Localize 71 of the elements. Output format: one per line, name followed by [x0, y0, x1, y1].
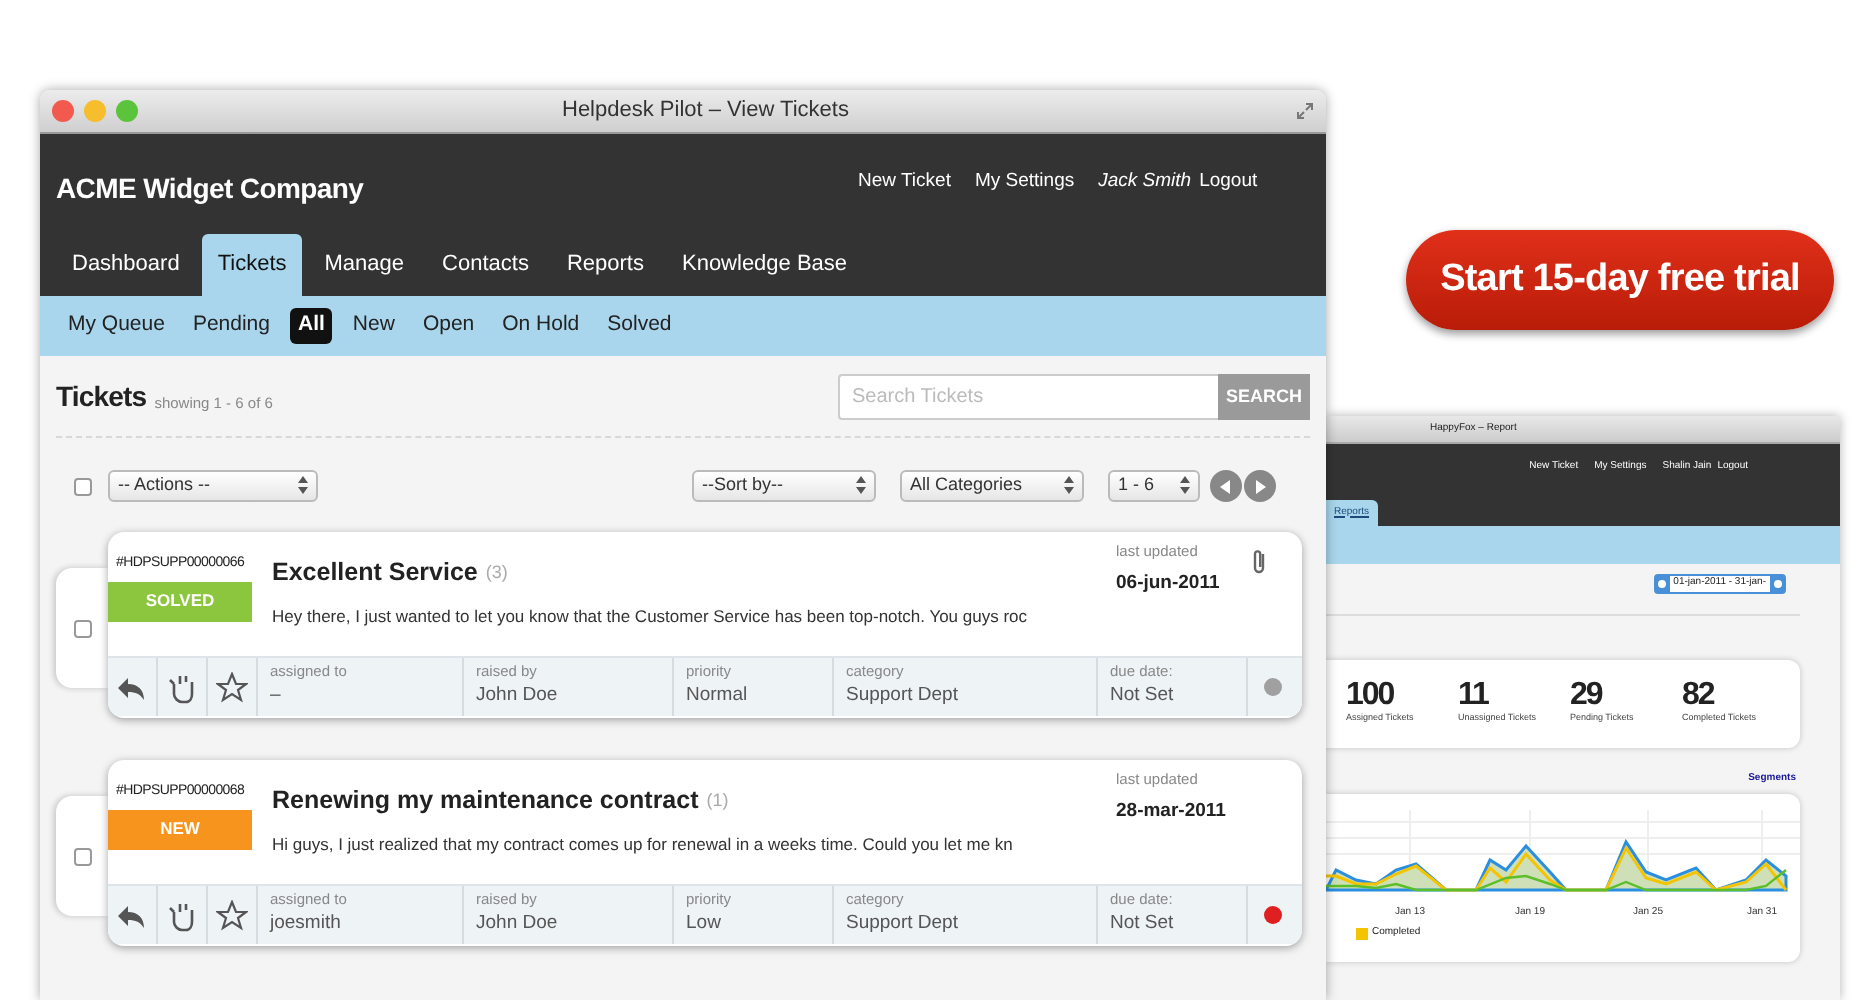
- star-icon: [216, 899, 248, 931]
- page-heading: Tickets: [56, 378, 147, 416]
- field-value: Not Set: [1110, 913, 1176, 934]
- caret-icon: [1180, 476, 1190, 495]
- star-icon: [216, 671, 248, 703]
- filter-tab[interactable]: New: [344, 308, 403, 344]
- header-link[interactable]: Logout: [1199, 168, 1258, 197]
- field-value: John Doe: [476, 685, 560, 706]
- ticket-checkbox[interactable]: [74, 619, 92, 637]
- updated-date: 06-jun-2011: [1116, 569, 1222, 597]
- ticket-card[interactable]: [108, 532, 1302, 718]
- right-arrow-icon: [1254, 479, 1266, 493]
- caret-icon: [1064, 476, 1074, 495]
- stat-value: 29: [1570, 679, 1605, 711]
- sort-dropdown[interactable]: --Sort by--: [692, 470, 876, 502]
- field-value: Support Dept: [846, 685, 960, 706]
- fullscreen-icon[interactable]: [1296, 102, 1314, 120]
- updated-date: 28-mar-2011: [1116, 797, 1228, 825]
- close-icon[interactable]: [52, 100, 74, 122]
- ticket-excerpt: Hey there, I just wanted to let you know that the Customer Service has been top-notch. You guys roc: [272, 603, 1030, 629]
- status-badge: NEW: [108, 809, 252, 849]
- free-trial-button[interactable]: Start 15-day free trial: [1406, 230, 1834, 330]
- stat-value: 82: [1682, 679, 1717, 711]
- ticket-title[interactable]: Excellent Service: [272, 554, 478, 592]
- prev-date-icon[interactable]: [1657, 579, 1666, 588]
- filter-tab[interactable]: Pending: [184, 308, 278, 344]
- caret-icon: [298, 476, 308, 495]
- nav-tab[interactable]: Dashboard: [56, 233, 196, 296]
- ticket-title[interactable]: Renewing my maintenance contract: [272, 782, 699, 820]
- ticket-excerpt: Hi guys, I just realized that my contract comes up for renewal in a weeks time. Could you let me kn: [272, 831, 1015, 857]
- reply-count: (3): [485, 559, 508, 586]
- nav-tab[interactable]: Contacts: [426, 233, 545, 296]
- range-dropdown[interactable]: 1 - 6: [1108, 470, 1200, 502]
- field-value: John Doe: [476, 913, 560, 934]
- nav-tab[interactable]: Reports: [550, 233, 660, 296]
- field-value: Not Set: [1110, 685, 1176, 706]
- field-value: Support Dept: [846, 913, 960, 934]
- field-value: Low: [686, 913, 723, 934]
- field-value: –: [270, 685, 283, 706]
- actions-dropdown[interactable]: -- Actions --: [108, 470, 318, 502]
- user-name: Jack Smith: [1098, 168, 1192, 196]
- next-date-icon[interactable]: [1774, 579, 1782, 588]
- reply-count: (1): [706, 787, 729, 814]
- company-name: ACME Widget Company: [56, 170, 364, 208]
- nav-tab[interactable]: Tickets: [201, 233, 303, 296]
- filter-tab[interactable]: All: [290, 308, 333, 344]
- filter-tab[interactable]: Open: [414, 308, 483, 344]
- filter-tab[interactable]: My Queue: [60, 308, 173, 344]
- left-arrow-icon: [1220, 479, 1232, 493]
- header-link[interactable]: My Settings: [974, 168, 1075, 197]
- select-all-checkbox[interactable]: [74, 477, 92, 495]
- ticket-checkbox[interactable]: [74, 847, 92, 865]
- stat-value: 100: [1346, 679, 1396, 711]
- field-value: joesmith: [270, 913, 343, 934]
- status-badge: SOLVED: [108, 581, 252, 621]
- filter-tab[interactable]: On Hold: [494, 308, 588, 344]
- next-page-button[interactable]: [1244, 470, 1276, 502]
- filter-tab[interactable]: Solved: [599, 308, 680, 344]
- ticket-card[interactable]: [108, 760, 1302, 946]
- caret-icon: [856, 476, 866, 495]
- nav-tab[interactable]: Knowledge Base: [665, 233, 864, 296]
- field-value: Normal: [686, 685, 750, 706]
- maximize-icon[interactable]: [116, 100, 138, 122]
- nav-tab[interactable]: Manage: [308, 233, 421, 296]
- stat-value: 11: [1458, 679, 1491, 711]
- window-title: Helpdesk Pilot – View Tickets: [562, 96, 849, 127]
- category-dropdown[interactable]: All Categories: [900, 470, 1084, 502]
- search-field[interactable]: Search Tickets: [838, 374, 1218, 420]
- header-link[interactable]: New Ticket: [858, 168, 951, 197]
- legend-checkbox[interactable]: [1356, 927, 1368, 940]
- previous-page-button[interactable]: [1210, 470, 1242, 502]
